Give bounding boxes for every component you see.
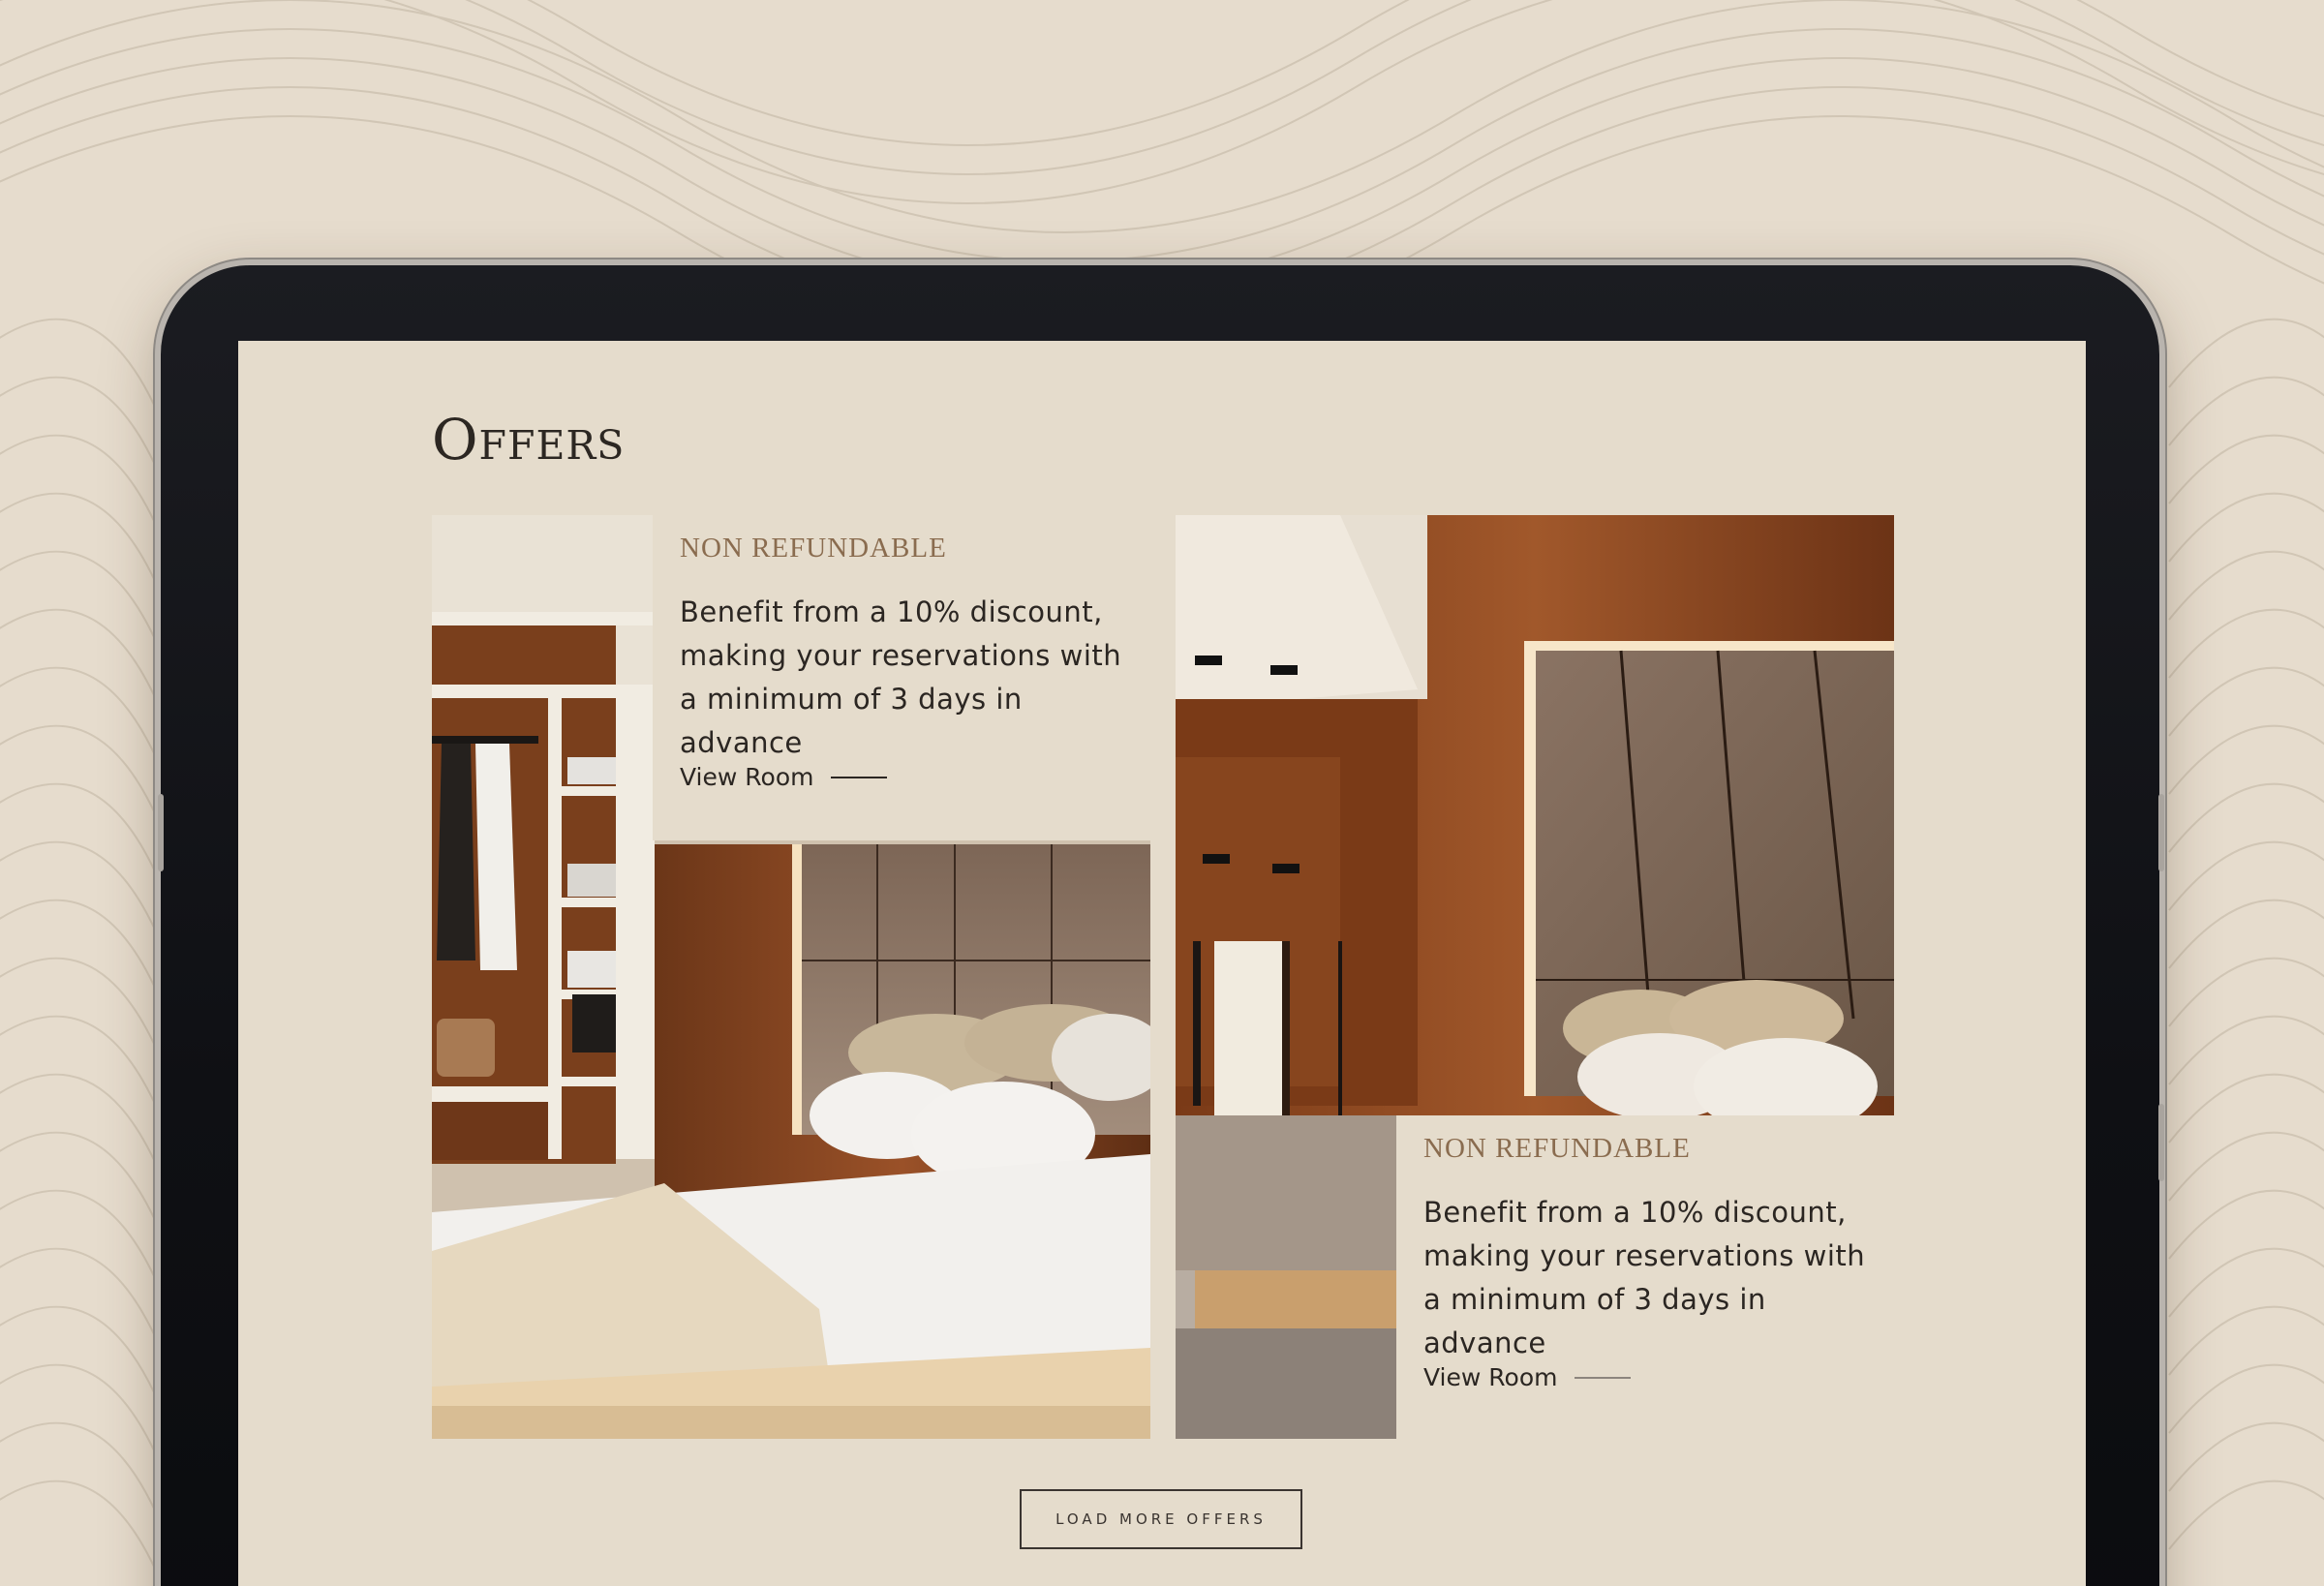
tablet-screen: Offers NON REFUNDABLE Benefit from a 10%… — [238, 341, 2086, 1586]
offer-label: NON REFUNDABLE — [1423, 1133, 1691, 1164]
tablet-side-button — [2158, 1104, 2164, 1181]
view-room-label: View Room — [1423, 1363, 1558, 1391]
load-more-offers-button[interactable]: LOAD MORE OFFERS — [1020, 1489, 1302, 1549]
offer-description: Benefit from a 10% discount, making your… — [680, 595, 1122, 759]
offer-card-1: NON REFUNDABLE Benefit from a 10% discou… — [653, 515, 1166, 840]
tablet-side-button — [2158, 794, 2164, 871]
offer-label: NON REFUNDABLE — [680, 533, 947, 564]
tablet-side-button — [158, 794, 164, 871]
offer-description: Benefit from a 10% discount, making your… — [1423, 1196, 1866, 1359]
view-room-link[interactable]: View Room — [1423, 1363, 1632, 1391]
dash-line-icon — [1575, 1376, 1632, 1379]
offer-card-2: NON REFUNDABLE Benefit from a 10% discou… — [1396, 1115, 1910, 1445]
view-room-label: View Room — [680, 763, 814, 791]
dash-line-icon — [831, 776, 888, 778]
page-title: Offers — [432, 407, 626, 473]
view-room-link[interactable]: View Room — [680, 763, 888, 791]
